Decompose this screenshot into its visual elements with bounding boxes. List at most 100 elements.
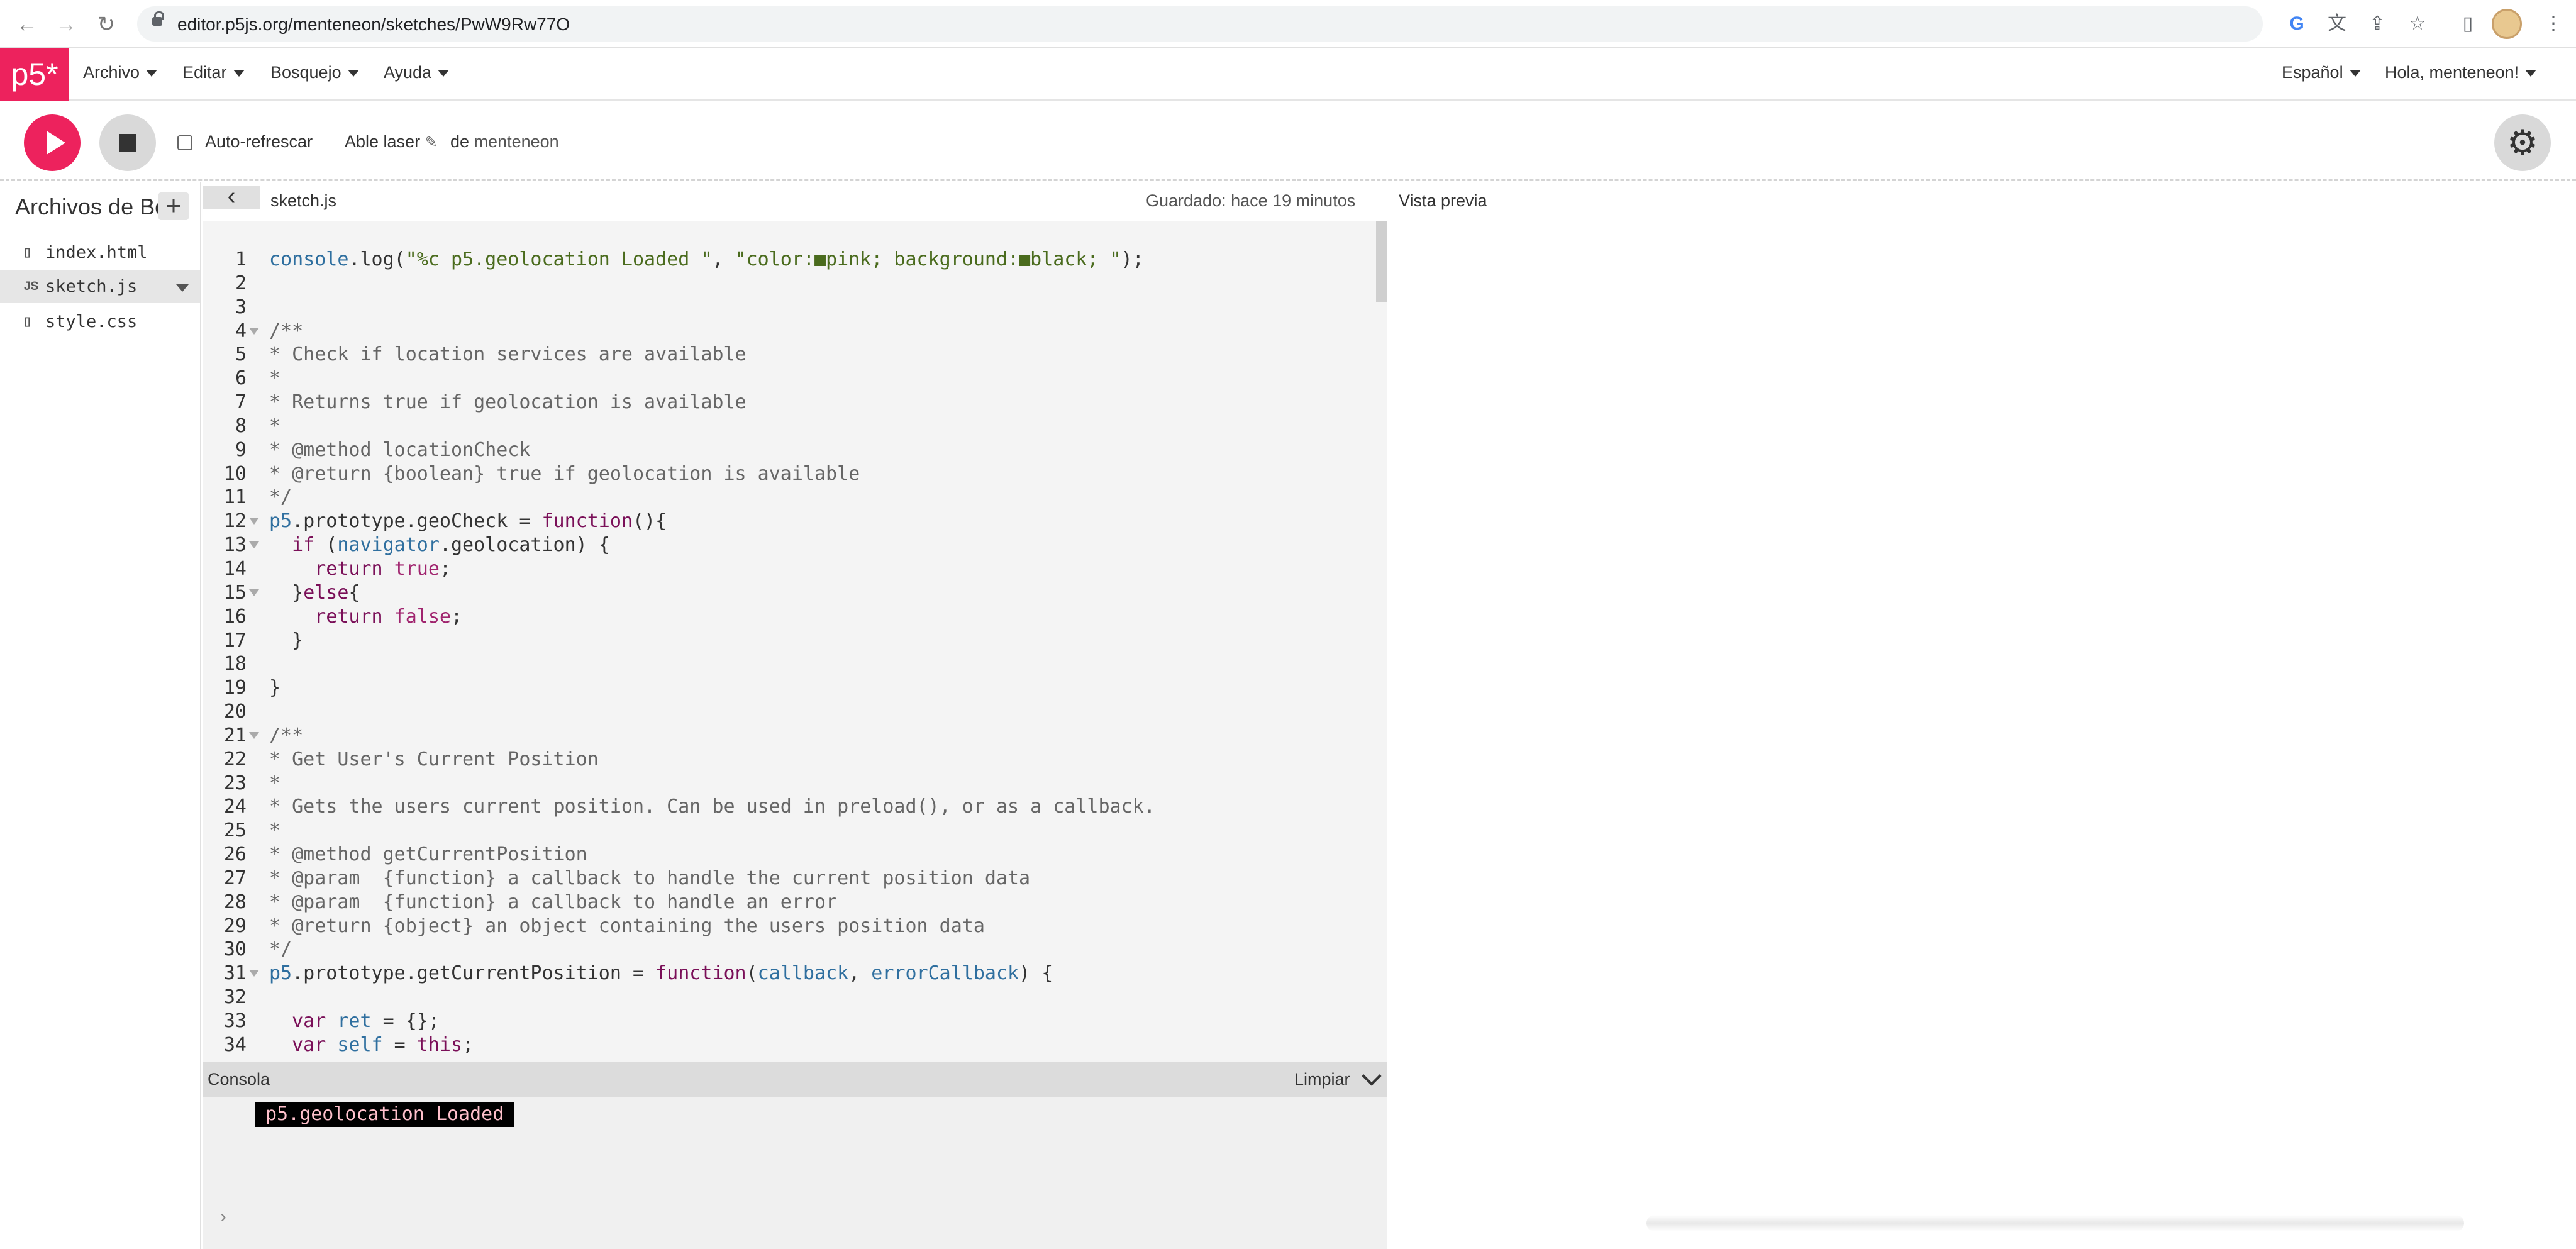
code-line[interactable]: 2 [203, 272, 1372, 296]
forward-icon[interactable]: → [53, 11, 79, 38]
line-number: 1 [235, 248, 247, 270]
fold-arrow-icon[interactable] [249, 589, 259, 596]
file-item-sketch-js[interactable]: JS sketch.js [0, 270, 200, 303]
code-line[interactable]: 17 } [203, 629, 1372, 653]
code-line[interactable]: 6 * [203, 367, 1372, 391]
stop-button[interactable] [99, 114, 156, 171]
caret-down-icon [2525, 70, 2537, 77]
code-line[interactable]: 33 var ret = {}; [203, 1009, 1372, 1033]
code-line[interactable]: 21 /** [203, 724, 1372, 748]
menu-bosquejo[interactable]: Bosquejo [270, 63, 359, 82]
preview-scrollbar[interactable] [1646, 1215, 2464, 1231]
author-link[interactable]: menteneon [474, 132, 559, 151]
fold-arrow-icon[interactable] [249, 731, 259, 739]
add-file-button[interactable]: + [158, 192, 189, 220]
menu-archivo[interactable]: Archivo [83, 63, 158, 82]
line-number: 17 [223, 629, 247, 652]
code-line[interactable]: 29 * @return {object} an object containin… [203, 914, 1372, 938]
translate-icon[interactable]: 文 [2324, 11, 2350, 36]
code-line[interactable]: 3 [203, 296, 1372, 319]
menu-icon[interactable]: ⋮ [2541, 11, 2566, 36]
code-text: * Gets the users current position. Can b… [269, 796, 1155, 818]
editor-file-tab[interactable]: sketch.js [270, 191, 336, 211]
code-line[interactable]: 31 p5.prototype.getCurrentPosition = func… [203, 962, 1372, 985]
play-button[interactable] [24, 114, 80, 171]
code-line[interactable]: 16 return false; [203, 605, 1372, 629]
line-number: 34 [223, 1033, 247, 1056]
lock-icon [152, 11, 164, 26]
author-prefix: de [450, 132, 470, 151]
code-line[interactable]: 8 * [203, 414, 1372, 438]
google-icon[interactable]: G [2284, 11, 2309, 36]
sketch-author: de menteneon [450, 132, 559, 152]
code-line[interactable]: 22 * Get User's Current Position [203, 748, 1372, 772]
browser-toolbar: ← → ↻ editor.p5js.org/menteneon/sketches… [0, 0, 2576, 48]
sidepanel-icon[interactable]: ▯ [2455, 11, 2480, 36]
p5-logo[interactable]: p5* [0, 48, 69, 101]
code-line[interactable]: 14 return true; [203, 557, 1372, 581]
code-text: } [269, 629, 304, 652]
code-line[interactable]: 27 * @param {function} a callback to hand… [203, 867, 1372, 891]
fold-arrow-icon[interactable] [249, 518, 259, 525]
code-editor[interactable]: 1 console.log("%c p5.geolocation Loaded "… [203, 221, 1387, 1062]
user-menu[interactable]: Hola, menteneon! [2385, 63, 2537, 82]
line-number: 2 [235, 272, 247, 294]
code-text: * @param {function} a callback to handle… [269, 891, 838, 913]
file-item-style-css[interactable]: ▯ style.css [0, 306, 200, 338]
code-line[interactable]: 13 if (navigator.geolocation) { [203, 533, 1372, 557]
code-line[interactable]: 28 * @param {function} a callback to hand… [203, 891, 1372, 914]
back-icon[interactable]: ← [14, 11, 40, 38]
file-options-icon[interactable] [176, 284, 189, 292]
code-text: return true; [314, 557, 451, 580]
reload-icon[interactable]: ↻ [93, 11, 119, 38]
menu-editar[interactable]: Editar [182, 63, 245, 82]
collapse-sidebar-button[interactable]: ‹ [203, 184, 260, 209]
address-bar[interactable]: editor.p5js.org/menteneon/sketches/PwW9R… [137, 6, 2263, 42]
file-item-index-html[interactable]: ▯ index.html [0, 236, 200, 269]
code-line[interactable]: 26 * @method getCurrentPosition [203, 843, 1372, 867]
code-line[interactable]: 11 */ [203, 486, 1372, 509]
code-line[interactable]: 24 * Gets the users current position. Can… [203, 795, 1372, 819]
code-lines[interactable]: 1 console.log("%c p5.geolocation Loaded "… [203, 248, 1372, 1057]
code-line[interactable]: 23 * [203, 772, 1372, 796]
code-line[interactable]: 19} [203, 676, 1372, 700]
fold-arrow-icon[interactable] [249, 970, 259, 977]
code-line[interactable]: 15 }else{ [203, 581, 1372, 605]
code-text: */ [269, 938, 292, 961]
menu-ayuda[interactable]: Ayuda [384, 63, 450, 82]
code-line[interactable]: 12 p5.prototype.geoCheck = function(){ [203, 509, 1372, 533]
menu-ayuda-label: Ayuda [384, 63, 432, 82]
url-text[interactable]: editor.p5js.org/menteneon/sketches/PwW9R… [177, 14, 570, 35]
code-line[interactable]: 25 * [203, 819, 1372, 843]
editor-scrollbar[interactable] [1376, 221, 1387, 302]
code-line[interactable]: 9 * @method locationCheck [203, 438, 1372, 462]
code-line[interactable]: 7 * Returns true if geolocation is availa… [203, 391, 1372, 414]
code-line[interactable]: 10 * @return {boolean} true if geolocatio… [203, 462, 1372, 486]
code-line[interactable]: 18 [203, 652, 1372, 676]
console-panel: Consola Limpiar p5.geolocation Loaded › [203, 1062, 1387, 1249]
code-line[interactable]: 32 [203, 985, 1372, 1009]
sketch-name[interactable]: Able laser ✎ [345, 132, 438, 152]
code-line[interactable]: 1 console.log("%c p5.geolocation Loaded "… [203, 248, 1372, 272]
code-line[interactable]: 30 */ [203, 938, 1372, 962]
chevron-down-icon[interactable] [1362, 1066, 1382, 1086]
console-prompt-icon[interactable]: › [220, 1206, 226, 1228]
fold-arrow-icon[interactable] [249, 327, 259, 335]
line-number: 4 [235, 319, 247, 342]
line-number: 22 [223, 748, 247, 770]
autorefresh-checkbox[interactable] [177, 135, 192, 150]
gear-icon[interactable]: ⚙ [2494, 114, 2551, 171]
clear-console-button[interactable]: Limpiar [1294, 1070, 1350, 1089]
share-icon[interactable]: ⇪ [2365, 11, 2390, 36]
pencil-icon[interactable]: ✎ [425, 134, 438, 151]
code-line[interactable]: 4 /** [203, 319, 1372, 343]
star-icon[interactable]: ☆ [2405, 11, 2430, 36]
fold-arrow-icon[interactable] [249, 541, 259, 549]
code-text: * Returns true if geolocation is availab… [269, 391, 747, 414]
language-menu[interactable]: Español [2282, 63, 2361, 82]
main-nav: p5* Archivo Editar Bosquejo Ayuda Españo… [0, 48, 2576, 101]
avatar[interactable] [2492, 9, 2522, 39]
code-line[interactable]: 34 var self = this; [203, 1033, 1372, 1057]
code-line[interactable]: 5 * Check if location services are availa… [203, 343, 1372, 367]
code-line[interactable]: 20 [203, 700, 1372, 724]
